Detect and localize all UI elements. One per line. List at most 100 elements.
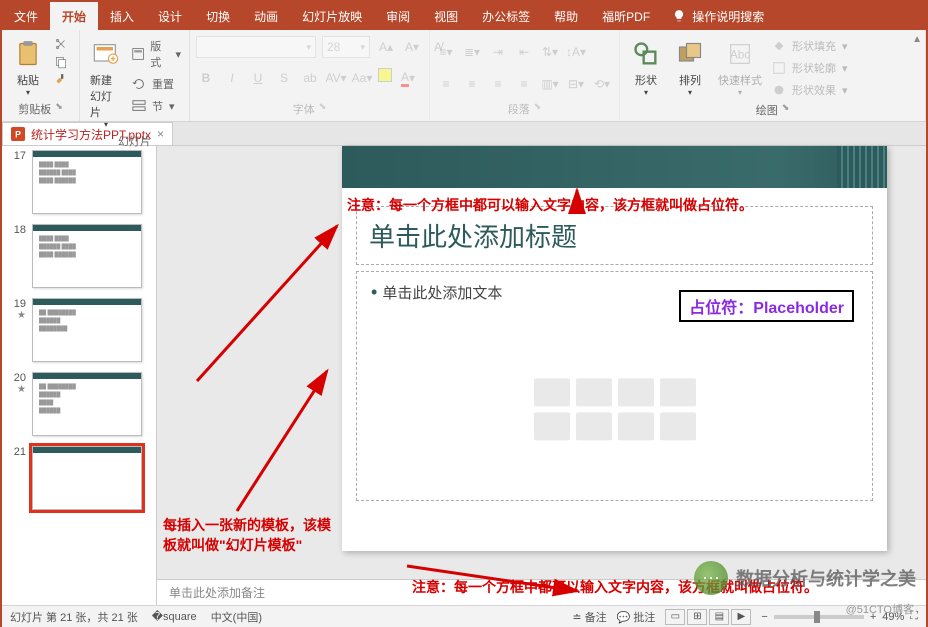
slideshow-view-button[interactable]: ▶ <box>731 609 751 625</box>
tab-home[interactable]: 开始 <box>50 2 98 30</box>
strike-button[interactable]: S <box>274 68 294 88</box>
indent-inc-button[interactable]: ⇥ <box>488 42 508 62</box>
shapes-icon <box>630 38 662 70</box>
tab-design[interactable]: 设计 <box>146 2 194 30</box>
insert-smartart-icon[interactable] <box>618 379 654 407</box>
shrink-font-button[interactable]: A▾ <box>402 37 422 57</box>
body-placeholder[interactable]: 单击此处添加文本 占位符：Placeholder <box>356 271 873 501</box>
accessibility-icon[interactable]: �square <box>152 610 197 623</box>
insert-chart-icon[interactable] <box>576 379 612 407</box>
tab-view[interactable]: 视图 <box>422 2 470 30</box>
outline-icon <box>772 61 786 75</box>
shape-fill-button[interactable]: 形状填充▾ <box>770 36 850 56</box>
insert-online-picture-icon[interactable] <box>576 413 612 441</box>
shapes-button[interactable]: 形状▾ <box>626 36 666 99</box>
powerpoint-icon: P <box>11 127 25 141</box>
tab-help[interactable]: 帮助 <box>542 2 590 30</box>
tab-transition[interactable]: 切换 <box>194 2 242 30</box>
slide-count: 幻灯片 第 21 张，共 21 张 <box>10 609 138 625</box>
line-spacing-button[interactable]: ⇅▾ <box>540 42 560 62</box>
comments-toggle[interactable]: 💬 批注 <box>617 609 656 625</box>
insert-icon-icon[interactable] <box>660 413 696 441</box>
insert-video-icon[interactable] <box>618 413 654 441</box>
insert-3d-icon[interactable] <box>660 379 696 407</box>
thumbnail[interactable]: ██ ██████████████████████ <box>32 298 142 362</box>
lightbulb-icon <box>672 9 686 23</box>
group-paragraph-label: 段落⬊ <box>436 99 613 119</box>
align-center-button[interactable]: ≡ <box>462 74 482 94</box>
language-status[interactable]: 中文(中国) <box>211 609 262 625</box>
align-right-button[interactable]: ≡ <box>488 74 508 94</box>
font-family-select[interactable]: ▾ <box>196 36 316 58</box>
arrange-button[interactable]: 排列▾ <box>670 36 710 99</box>
tab-office[interactable]: 办公标签 <box>470 2 542 30</box>
new-slide-icon <box>90 38 122 70</box>
bold-button[interactable]: B <box>196 68 216 88</box>
watermark-sub: @51CTO博客 <box>846 601 914 617</box>
tab-review[interactable]: 审阅 <box>374 2 422 30</box>
tab-file[interactable]: 文件 <box>2 2 50 30</box>
spacing-button[interactable]: AV▾ <box>326 68 346 88</box>
align-left-button[interactable]: ≡ <box>436 74 456 94</box>
svg-text:Abc: Abc <box>730 49 750 62</box>
reset-button[interactable]: 重置 <box>130 74 183 94</box>
tab-slideshow[interactable]: 幻灯片放映 <box>290 2 374 30</box>
font-size-select[interactable]: 28▾ <box>322 36 370 58</box>
normal-view-button[interactable]: ▭ <box>665 609 685 625</box>
quick-styles-icon: Abc <box>724 38 756 70</box>
font-color-button[interactable]: A▾ <box>398 68 418 88</box>
bullets-button[interactable]: ≡▾ <box>436 42 456 62</box>
collapse-ribbon-icon[interactable]: ▲ <box>912 34 922 45</box>
new-slide-button[interactable]: 新建 幻灯片▾ <box>86 36 126 131</box>
tab-animation[interactable]: 动画 <box>242 2 290 30</box>
format-painter-button[interactable] <box>52 72 70 88</box>
zoom-out-button[interactable]: − <box>761 611 767 623</box>
indent-dec-button[interactable]: ⇤ <box>514 42 534 62</box>
layout-button[interactable]: 版式▾ <box>130 36 183 72</box>
grow-font-button[interactable]: A▴ <box>376 37 396 57</box>
columns-button[interactable]: ▥▾ <box>540 74 560 94</box>
justify-button[interactable]: ≡ <box>514 74 534 94</box>
content-icon-grid[interactable] <box>534 379 696 441</box>
quick-styles-button[interactable]: Abc 快速样式▾ <box>714 36 766 99</box>
svg-text:P: P <box>15 130 21 140</box>
shape-effects-button[interactable]: 形状效果▾ <box>770 80 850 100</box>
fill-icon <box>772 39 786 53</box>
section-button[interactable]: 节▾ <box>130 96 183 116</box>
annotation-left: 每插入一张新的模板，该模板就叫做"幻灯片模板" <box>163 516 338 555</box>
section-icon <box>132 99 146 113</box>
shadow-button[interactable]: ab <box>300 68 320 88</box>
tab-insert[interactable]: 插入 <box>98 2 146 30</box>
layout-icon <box>132 47 144 61</box>
placeholder-callout-label: 占位符：Placeholder <box>679 290 854 322</box>
clipboard-icon <box>12 38 44 70</box>
notes-toggle[interactable]: ≐ 备注 <box>572 609 606 625</box>
thumbnail-panel[interactable]: 17████ ██████████ ████████ ██████ 18████… <box>2 146 157 605</box>
shape-outline-button[interactable]: 形状轮廓▾ <box>770 58 850 78</box>
thumbnail[interactable]: ██ ████████████████████████ <box>32 372 142 436</box>
thumbnail[interactable]: ████ ██████████ ████████ ██████ <box>32 224 142 288</box>
copy-button[interactable] <box>52 54 70 70</box>
tab-foxit[interactable]: 福昕PDF <box>590 2 662 30</box>
reset-icon <box>132 77 146 91</box>
reading-view-button[interactable]: ▤ <box>709 609 729 625</box>
case-button[interactable]: Aa▾ <box>352 68 372 88</box>
sorter-view-button[interactable]: ⊞ <box>687 609 707 625</box>
align-text-button[interactable]: ⊟▾ <box>566 74 586 94</box>
tell-me-search[interactable]: 操作说明搜索 <box>662 2 774 30</box>
thumbnail-selected[interactable] <box>32 446 142 510</box>
watermark: ⋯ 数据分析与统计学之美 <box>694 561 916 595</box>
highlight-button[interactable] <box>378 68 392 82</box>
italic-button[interactable]: I <box>222 68 242 88</box>
underline-button[interactable]: U <box>248 68 268 88</box>
thumbnail[interactable]: ████ ██████████ ████████ ██████ <box>32 150 142 214</box>
paste-button[interactable]: 粘贴▾ <box>8 36 48 99</box>
numbering-button[interactable]: ≣▾ <box>462 42 482 62</box>
smart-art-button[interactable]: ⟲▾ <box>592 74 612 94</box>
text-direction-button[interactable]: ↕A▾ <box>566 42 586 62</box>
insert-table-icon[interactable] <box>534 379 570 407</box>
insert-picture-icon[interactable] <box>534 413 570 441</box>
cut-button[interactable] <box>52 36 70 52</box>
slide-header-bar <box>342 146 887 188</box>
brush-icon <box>54 73 68 87</box>
